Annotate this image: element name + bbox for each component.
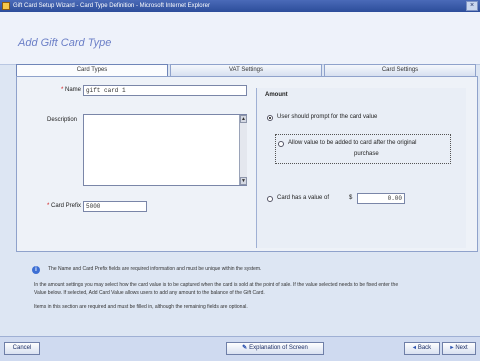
explanation-button[interactable]: ✎ Explanation of Screen [226, 342, 324, 355]
card-prefix-label: * Card Prefix [21, 203, 81, 209]
help-line: The Name and Card Prefix fields are requ… [48, 266, 262, 272]
fixed-value-field[interactable] [357, 193, 405, 204]
help-icon: ✎ [242, 345, 248, 351]
description-field[interactable] [83, 114, 247, 186]
help-line: Items in this section are required and m… [34, 304, 248, 310]
app-icon [2, 2, 10, 10]
window-title-bar: Gift Card Setup Wizard - Card Type Defin… [0, 0, 480, 12]
cancel-button[interactable]: Cancel [4, 342, 40, 355]
info-icon: i [32, 266, 40, 274]
fixed-value-label: Card has a value of [277, 195, 330, 201]
name-label-text: Name [64, 87, 81, 93]
back-button-label: Back [417, 345, 432, 351]
tab-card-types[interactable]: Card Types [16, 64, 168, 76]
next-button-label: Next [455, 345, 468, 351]
fixed-value-radio[interactable] [267, 196, 273, 202]
next-arrow-icon: ▸ [450, 345, 454, 351]
card-prefix-label-text: Card Prefix [50, 203, 81, 209]
allow-add-value-option: Allow value to be added to card after th… [275, 134, 451, 164]
name-field[interactable] [83, 85, 247, 96]
scroll-down-icon[interactable]: ▼ [240, 177, 247, 185]
amount-group-title: Amount [265, 92, 288, 98]
tab-strip: Card Types VAT Settings Card Settings [16, 64, 478, 76]
help-text-area: i The Name and Card Prefix fields are re… [16, 260, 478, 320]
description-label: Description [46, 117, 77, 123]
scroll-up-icon[interactable]: ▲ [240, 115, 247, 123]
back-arrow-icon: ◂ [412, 345, 416, 351]
prompt-value-radio[interactable] [267, 115, 273, 121]
prompt-value-label: User should prompt for the card value [277, 114, 378, 120]
explanation-button-label: Explanation of Screen [249, 345, 308, 351]
page-header: Add Gift Card Type [0, 12, 480, 65]
help-line: In the amount settings you may select ho… [34, 282, 399, 288]
required-marker: * [46, 203, 50, 209]
allow-add-value-radio[interactable] [278, 141, 284, 147]
currency-symbol: $ [349, 195, 353, 201]
footer-bar: Cancel ✎ Explanation of Screen ◂ Back ▸ Nex… [0, 336, 480, 361]
required-marker: * [60, 87, 64, 93]
tab-vat-settings[interactable]: VAT Settings [170, 64, 322, 76]
tab-card-settings[interactable]: Card Settings [324, 64, 476, 76]
next-button[interactable]: ▸ Next [442, 342, 476, 355]
allow-add-value-label: Allow value to be added to card after th… [288, 140, 417, 146]
allow-add-value-label-cont: purchase [354, 151, 379, 157]
amount-group: Amount User should prompt for the card v… [256, 88, 466, 248]
help-line: Value below. If selected, Add Card Value… [34, 290, 265, 296]
back-button[interactable]: ◂ Back [404, 342, 440, 355]
close-icon[interactable]: × [466, 1, 478, 11]
page-title: Add Gift Card Type [18, 37, 112, 49]
name-label: * Name [21, 87, 81, 93]
card-prefix-field[interactable] [83, 201, 147, 212]
window-title: Gift Card Setup Wizard - Card Type Defin… [13, 3, 210, 9]
description-scrollbar[interactable]: ▲ ▼ [239, 115, 247, 185]
